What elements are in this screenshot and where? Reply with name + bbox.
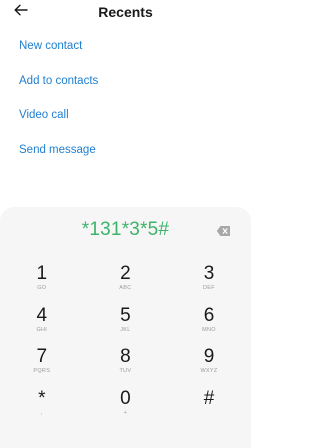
send-message-link[interactable]: Send message	[19, 144, 98, 179]
key-1[interactable]: 1 GO	[0, 264, 84, 306]
key-digit: #	[203, 387, 215, 409]
backspace-icon[interactable]	[216, 224, 231, 236]
new-contact-link[interactable]: New contact	[19, 40, 98, 75]
key-digit: 0	[120, 387, 131, 409]
key-7[interactable]: 7 PQRS	[0, 347, 84, 389]
top-bar: Recents	[0, 0, 251, 26]
key-letters: GO	[37, 285, 47, 291]
key-digit: 3	[203, 263, 215, 284]
dialed-number: *131*3*5#	[81, 219, 170, 240]
key-5[interactable]: 5 JKL	[84, 306, 168, 348]
key-letters: MNO	[202, 326, 216, 333]
key-digit: 6	[203, 304, 215, 326]
key-digit: 7	[36, 346, 48, 367]
key-digit: 8	[120, 346, 131, 367]
key-letters: GHI	[36, 326, 48, 333]
key-letters: ,	[40, 409, 43, 416]
key-letters: TUV	[119, 368, 132, 374]
page-title: Recents	[98, 4, 153, 20]
key-8[interactable]: 8 TUV	[84, 347, 168, 389]
key-digit: 1	[36, 263, 48, 284]
video-call-link[interactable]: Video call	[19, 109, 98, 144]
key-letters: WXYZ	[200, 368, 218, 374]
key-digit: 2	[120, 263, 131, 284]
key-letters: +	[123, 409, 128, 416]
key-letters: DEF	[203, 285, 215, 291]
add-to-contacts-link[interactable]: Add to contacts	[19, 75, 98, 110]
key-2[interactable]: 2 ABC	[84, 264, 168, 306]
key-3[interactable]: 3 DEF	[167, 264, 251, 306]
key-0[interactable]: 0 +	[84, 389, 168, 431]
key-digit: *	[38, 387, 46, 409]
dial-pad: *131*3*5# 1 GO 2 ABC 3 DEF 4 GHI 5 JKL 6 MNO 7…	[0, 207, 251, 448]
key-6[interactable]: 6 MNO	[167, 306, 251, 348]
key-letters: JKL	[120, 326, 131, 333]
keypad: 1 GO 2 ABC 3 DEF 4 GHI 5 JKL 6 MNO 7 PQRS 8 TUV …	[0, 264, 251, 430]
key-letters: PQRS	[33, 368, 51, 374]
key-star[interactable]: *,	[0, 389, 84, 431]
key-digit: 9	[203, 346, 215, 367]
key-digit: 4	[36, 304, 48, 326]
key-digit: 5	[120, 304, 131, 326]
key-letters: ABC	[119, 285, 132, 291]
contact-actions: New contact Add to contacts Video call S…	[19, 40, 98, 178]
key-9[interactable]: 9 WXYZ	[167, 347, 251, 389]
key-4[interactable]: 4 GHI	[0, 306, 84, 348]
key-hash[interactable]: #	[167, 389, 251, 431]
